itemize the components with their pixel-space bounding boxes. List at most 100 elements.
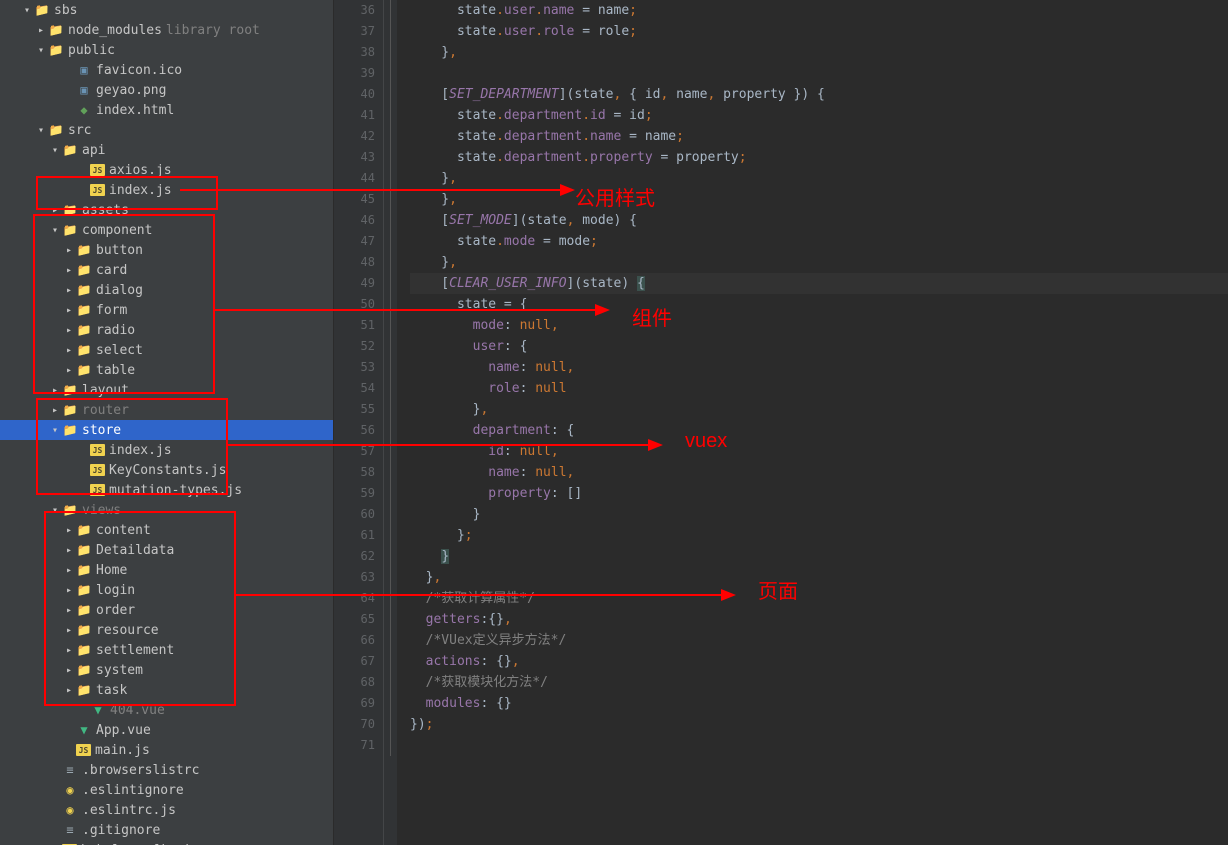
code-line[interactable]: name: null, xyxy=(410,462,1228,483)
code-line[interactable]: /*获取模块化方法*/ xyxy=(410,672,1228,693)
code-line[interactable]: } xyxy=(410,546,1228,567)
tree-arrow-icon[interactable]: ▾ xyxy=(34,45,48,56)
tree-arrow-icon[interactable]: ▸ xyxy=(62,605,76,616)
code-line[interactable]: state.department.property = property; xyxy=(410,147,1228,168)
tree-arrow-icon[interactable]: ▸ xyxy=(48,205,62,216)
tree-item-task[interactable]: ▸📁task xyxy=(0,680,333,700)
tree-arrow-icon[interactable]: ▸ xyxy=(62,265,76,276)
tree-arrow-icon[interactable]: ▸ xyxy=(62,585,76,596)
tree-arrow-icon[interactable]: ▾ xyxy=(48,505,62,516)
tree-arrow-icon[interactable]: ▸ xyxy=(62,345,76,356)
tree-item-axios-js[interactable]: ▸JSaxios.js xyxy=(0,160,333,180)
code-line[interactable]: }, xyxy=(410,42,1228,63)
code-line[interactable]: [CLEAR_USER_INFO](state) { xyxy=(410,273,1228,294)
code-line[interactable]: } xyxy=(410,504,1228,525)
tree-item-card[interactable]: ▸📁card xyxy=(0,260,333,280)
code-line[interactable]: role: null xyxy=(410,378,1228,399)
tree-arrow-icon[interactable]: ▸ xyxy=(62,525,76,536)
code-line[interactable]: actions: {}, xyxy=(410,651,1228,672)
tree-item-select[interactable]: ▸📁select xyxy=(0,340,333,360)
code-line[interactable]: [SET_DEPARTMENT](state, { id, name, prop… xyxy=(410,84,1228,105)
tree-arrow-icon[interactable]: ▸ xyxy=(62,685,76,696)
code-line[interactable]: state.mode = mode; xyxy=(410,231,1228,252)
tree-arrow-icon[interactable]: ▸ xyxy=(34,25,48,36)
code-line[interactable]: id: null, xyxy=(410,441,1228,462)
tree-arrow-icon[interactable]: ▸ xyxy=(62,545,76,556)
project-tree[interactable]: ▾📁sbs▸📁node_moduleslibrary root▾📁public▸… xyxy=(0,0,334,845)
tree-item-system[interactable]: ▸📁system xyxy=(0,660,333,680)
tree-item-form[interactable]: ▸📁form xyxy=(0,300,333,320)
tree-item-sbs[interactable]: ▾📁sbs xyxy=(0,0,333,20)
tree-item-favicon-ico[interactable]: ▸▣favicon.ico xyxy=(0,60,333,80)
tree-item--gitignore[interactable]: ▸≡.gitignore xyxy=(0,820,333,840)
tree-item-node-modules[interactable]: ▸📁node_moduleslibrary root xyxy=(0,20,333,40)
tree-item-login[interactable]: ▸📁login xyxy=(0,580,333,600)
code-line[interactable]: modules: {} xyxy=(410,693,1228,714)
tree-item-mutation-types-js[interactable]: ▸JSmutation-types.js xyxy=(0,480,333,500)
code-editor[interactable]: 3637383940414243444546474849505152535455… xyxy=(334,0,1228,845)
code-line[interactable]: mode: null, xyxy=(410,315,1228,336)
code-line[interactable]: }, xyxy=(410,399,1228,420)
code-line[interactable]: user: { xyxy=(410,336,1228,357)
code-line[interactable]: department: { xyxy=(410,420,1228,441)
tree-item-detaildata[interactable]: ▸📁Detaildata xyxy=(0,540,333,560)
tree-item-api[interactable]: ▾📁api xyxy=(0,140,333,160)
tree-item-table[interactable]: ▸📁table xyxy=(0,360,333,380)
code-line[interactable]: name: null, xyxy=(410,357,1228,378)
tree-item-index-html[interactable]: ▸◆index.html xyxy=(0,100,333,120)
tree-item-component[interactable]: ▾📁component xyxy=(0,220,333,240)
code-line[interactable]: /*获取计算属性*/ xyxy=(410,588,1228,609)
code-line[interactable]: getters:{}, xyxy=(410,609,1228,630)
tree-arrow-icon[interactable]: ▸ xyxy=(62,645,76,656)
tree-arrow-icon[interactable]: ▸ xyxy=(62,665,76,676)
tree-item-store[interactable]: ▾📁store xyxy=(0,420,333,440)
tree-item-geyao-png[interactable]: ▸▣geyao.png xyxy=(0,80,333,100)
tree-item-settlement[interactable]: ▸📁settlement xyxy=(0,640,333,660)
code-line[interactable]: state.user.name = name; xyxy=(410,0,1228,21)
tree-item-home[interactable]: ▸📁Home xyxy=(0,560,333,580)
tree-item-dialog[interactable]: ▸📁dialog xyxy=(0,280,333,300)
code-line[interactable]: }, xyxy=(410,567,1228,588)
tree-item-404-vue[interactable]: ▸▼404.vue xyxy=(0,700,333,720)
tree-item-public[interactable]: ▾📁public xyxy=(0,40,333,60)
code-line[interactable]: }, xyxy=(410,252,1228,273)
tree-item-assets[interactable]: ▸📁assets xyxy=(0,200,333,220)
code-line[interactable] xyxy=(410,735,1228,756)
tree-item--eslintrc-js[interactable]: ▸◉.eslintrc.js xyxy=(0,800,333,820)
tree-item-resource[interactable]: ▸📁resource xyxy=(0,620,333,640)
tree-arrow-icon[interactable]: ▾ xyxy=(48,225,62,236)
tree-arrow-icon[interactable]: ▾ xyxy=(48,425,62,436)
tree-arrow-icon[interactable]: ▸ xyxy=(62,365,76,376)
code-line[interactable]: [SET_MODE](state, mode) { xyxy=(410,210,1228,231)
tree-arrow-icon[interactable]: ▾ xyxy=(20,5,34,16)
tree-item-keyconstants-js[interactable]: ▸JSKeyConstants.js xyxy=(0,460,333,480)
tree-arrow-icon[interactable]: ▸ xyxy=(62,245,76,256)
tree-item-radio[interactable]: ▸📁radio xyxy=(0,320,333,340)
tree-item--eslintignore[interactable]: ▸◉.eslintignore xyxy=(0,780,333,800)
tree-item-app-vue[interactable]: ▸▼App.vue xyxy=(0,720,333,740)
tree-item-src[interactable]: ▾📁src xyxy=(0,120,333,140)
tree-item-views[interactable]: ▾📁views xyxy=(0,500,333,520)
tree-item-index-js[interactable]: ▸JSindex.js xyxy=(0,180,333,200)
tree-item--browserslistrc[interactable]: ▸≡.browserslistrc xyxy=(0,760,333,780)
code-line[interactable]: }, xyxy=(410,168,1228,189)
code-content[interactable]: state.user.name = name; state.user.role … xyxy=(398,0,1228,845)
tree-arrow-icon[interactable]: ▸ xyxy=(62,305,76,316)
tree-item-babel-config-js[interactable]: ▸JSbabel.config.js xyxy=(0,840,333,845)
tree-item-button[interactable]: ▸📁button xyxy=(0,240,333,260)
tree-arrow-icon[interactable]: ▸ xyxy=(62,325,76,336)
tree-arrow-icon[interactable]: ▸ xyxy=(62,565,76,576)
tree-item-layout[interactable]: ▸📁layout xyxy=(0,380,333,400)
tree-item-order[interactable]: ▸📁order xyxy=(0,600,333,620)
code-line[interactable] xyxy=(410,63,1228,84)
code-line[interactable]: state.department.id = id; xyxy=(410,105,1228,126)
code-line[interactable]: state.department.name = name; xyxy=(410,126,1228,147)
tree-arrow-icon[interactable]: ▸ xyxy=(62,625,76,636)
tree-item-content[interactable]: ▸📁content xyxy=(0,520,333,540)
tree-arrow-icon[interactable]: ▸ xyxy=(62,285,76,296)
tree-item-main-js[interactable]: ▸JSmain.js xyxy=(0,740,333,760)
tree-arrow-icon[interactable]: ▾ xyxy=(48,145,62,156)
tree-arrow-icon[interactable]: ▸ xyxy=(48,385,62,396)
code-line[interactable]: state.user.role = role; xyxy=(410,21,1228,42)
code-line[interactable]: }); xyxy=(410,714,1228,735)
